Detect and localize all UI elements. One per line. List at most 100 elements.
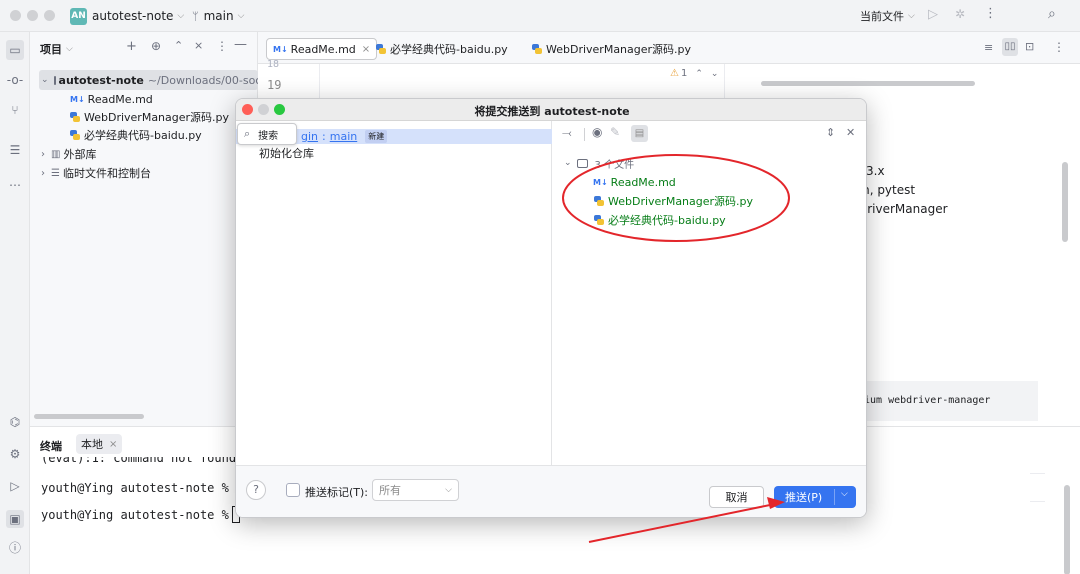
- help-button[interactable]: ?: [246, 480, 266, 500]
- editor-only-icon[interactable]: ≡: [984, 41, 993, 54]
- editor-tab-bar: M↓ ReadMe.md × 必学经典代码-baidu.py WebDriver…: [258, 32, 1080, 64]
- changes-folder-node[interactable]: ⌄ 3 个文件: [564, 154, 634, 172]
- pull-requests-icon[interactable]: ⑂: [6, 102, 24, 118]
- branch-switcher[interactable]: ᛘ main ⌵: [192, 7, 244, 25]
- close-icon[interactable]: ×: [362, 44, 370, 55]
- maximize-window-button[interactable]: [44, 10, 55, 21]
- folder-file-count: 3 个文件: [594, 159, 635, 171]
- tab-readme[interactable]: M↓ ReadMe.md ×: [266, 38, 378, 60]
- chevron-up-icon[interactable]: ⌃: [695, 69, 703, 79]
- chevron-down-icon[interactable]: ⌵: [841, 489, 848, 499]
- cancel-label: 取消: [725, 491, 748, 504]
- python-packages-icon[interactable]: ⌬: [6, 414, 24, 430]
- run-icon[interactable]: ▷: [928, 7, 938, 22]
- file-node[interactable]: M↓ ReadMe.md: [70, 90, 153, 108]
- file-name: 必学经典代码-baidu.py: [84, 129, 202, 142]
- python-file-icon: [70, 130, 80, 140]
- branch-separator: :: [322, 130, 326, 143]
- chevron-down-icon: ⌵: [908, 11, 915, 21]
- terminal-tab-local[interactable]: 本地 ×: [76, 434, 123, 454]
- changed-file[interactable]: M↓ ReadMe.md: [593, 173, 676, 191]
- preview-scroll-thumb: [761, 81, 975, 86]
- vertical-scrollbar[interactable]: [1062, 162, 1068, 242]
- debug-icon[interactable]: ✲: [955, 7, 965, 21]
- minimize-window-button[interactable]: [27, 10, 38, 21]
- chevron-down-icon[interactable]: ⌄: [711, 69, 719, 79]
- locate-icon[interactable]: ⊕: [151, 39, 161, 53]
- run-tool-icon[interactable]: ▷: [6, 478, 24, 494]
- markdown-icon: M↓: [593, 177, 608, 187]
- target-branch[interactable]: main: [330, 130, 357, 143]
- branch-fragment: gin: [301, 130, 319, 143]
- terminal-tab-label: 本地: [81, 438, 103, 451]
- collapse-all-icon[interactable]: ✕: [846, 126, 855, 139]
- file-node[interactable]: WebDriverManager源码.py: [70, 108, 229, 126]
- folder-icon: [576, 158, 588, 168]
- options-icon[interactable]: ⋮: [216, 39, 228, 53]
- chevron-down-icon: ⌄: [564, 158, 572, 168]
- tab-webdrivermanager[interactable]: WebDriverManager源码.py: [526, 38, 697, 60]
- project-root-name: autotest-note: [58, 73, 144, 87]
- preview-only-icon[interactable]: ⊡: [1025, 40, 1034, 53]
- view-options-icon[interactable]: ◉: [592, 125, 602, 139]
- push-button[interactable]: 推送(P) ⌵: [774, 486, 856, 508]
- chevron-right-icon: ›: [41, 167, 45, 179]
- push-label: 推送(P): [785, 491, 823, 504]
- inspection-widget[interactable]: ⚠ 1 ⌃ ⌄: [670, 68, 718, 79]
- project-view-selector[interactable]: 项目 ⌵: [40, 41, 73, 57]
- commit-tool-icon[interactable]: -o-: [6, 72, 24, 88]
- project-panel-title: 项目: [40, 43, 62, 56]
- scratches-node[interactable]: › ☰ 临时文件和控制台: [41, 164, 151, 182]
- show-diff-icon[interactable]: ▤: [631, 125, 648, 142]
- tab-baidu[interactable]: 必学经典代码-baidu.py: [370, 38, 514, 60]
- external-libraries-node[interactable]: › ▥ 外部库: [41, 145, 96, 163]
- project-root-node[interactable]: ⌄ autotest-note ~/Downloads/00-social: [39, 70, 274, 90]
- expand-all-icon[interactable]: ⌃: [174, 39, 183, 52]
- hide-panel-icon[interactable]: —: [234, 37, 247, 52]
- expand-diff-icon[interactable]: ⤙: [562, 126, 572, 141]
- split-view-icon[interactable]: ▯▯: [1002, 38, 1018, 56]
- library-icon: ▥: [51, 148, 61, 160]
- terminal-scrollbar[interactable]: [1064, 485, 1070, 574]
- add-icon[interactable]: +: [126, 39, 137, 54]
- close-window-button[interactable]: [10, 10, 21, 21]
- changed-file[interactable]: 必学经典代码-baidu.py: [594, 211, 726, 229]
- horizontal-scrollbar[interactable]: [34, 414, 144, 419]
- run-config-selector[interactable]: 当前文件 ⌵: [860, 7, 915, 25]
- project-switcher[interactable]: AN autotest-note ⌵: [70, 7, 184, 25]
- problems-icon[interactable]: ⓘ: [6, 540, 24, 556]
- line-number: 19: [267, 78, 282, 92]
- edit-source-icon[interactable]: ✎: [610, 125, 620, 139]
- scratches-icon: ☰: [51, 167, 60, 179]
- more-actions-icon[interactable]: ⋮: [984, 6, 997, 21]
- file-node[interactable]: 必学经典代码-baidu.py: [70, 126, 202, 144]
- dialog-title: 将提交推送到 autotest-note: [474, 105, 630, 118]
- chevron-down-icon: ⌵: [177, 11, 185, 21]
- run-config-label: 当前文件: [860, 10, 904, 23]
- left-tool-strip: ▭ -o- ⑂ ☰ … ⌬ ⚙ ▷ ▣ ⓘ: [0, 32, 30, 574]
- terminal-tool-icon[interactable]: ▣: [6, 510, 24, 528]
- chevron-down-icon: ⌵: [445, 485, 452, 495]
- search-everywhere-icon[interactable]: ⌕: [1048, 6, 1056, 22]
- search-popup[interactable]: ⌕ 搜索: [237, 123, 297, 145]
- terminal-line: youth@Ying autotest-note %: [41, 481, 237, 495]
- collapse-all-icon[interactable]: ⨯: [194, 39, 203, 52]
- cancel-button[interactable]: 取消: [709, 486, 764, 508]
- project-tool-icon[interactable]: ▭: [6, 40, 24, 60]
- terminal-separator: [1030, 473, 1045, 474]
- push-tags-select[interactable]: 所有 ⌵: [372, 479, 459, 501]
- markdown-icon: M↓: [70, 94, 85, 104]
- changed-file[interactable]: WebDriverManager源码.py: [594, 192, 753, 210]
- warning-count: 1: [680, 68, 688, 79]
- push-tags-checkbox[interactable]: [286, 483, 300, 497]
- expand-all-icon[interactable]: ⇕: [826, 126, 835, 139]
- services-icon[interactable]: ⚙: [6, 446, 24, 462]
- search-placeholder: 搜索: [258, 130, 279, 142]
- close-icon[interactable]: ×: [109, 439, 117, 450]
- chevron-down-icon: ⌵: [237, 11, 245, 21]
- structure-icon[interactable]: ☰: [6, 142, 24, 158]
- more-icon[interactable]: ⋮: [1053, 40, 1065, 54]
- commit-message[interactable]: 初始化仓库: [259, 145, 314, 161]
- more-tools-icon[interactable]: …: [6, 174, 24, 190]
- push-tags-label: 推送标记(T):: [305, 486, 369, 499]
